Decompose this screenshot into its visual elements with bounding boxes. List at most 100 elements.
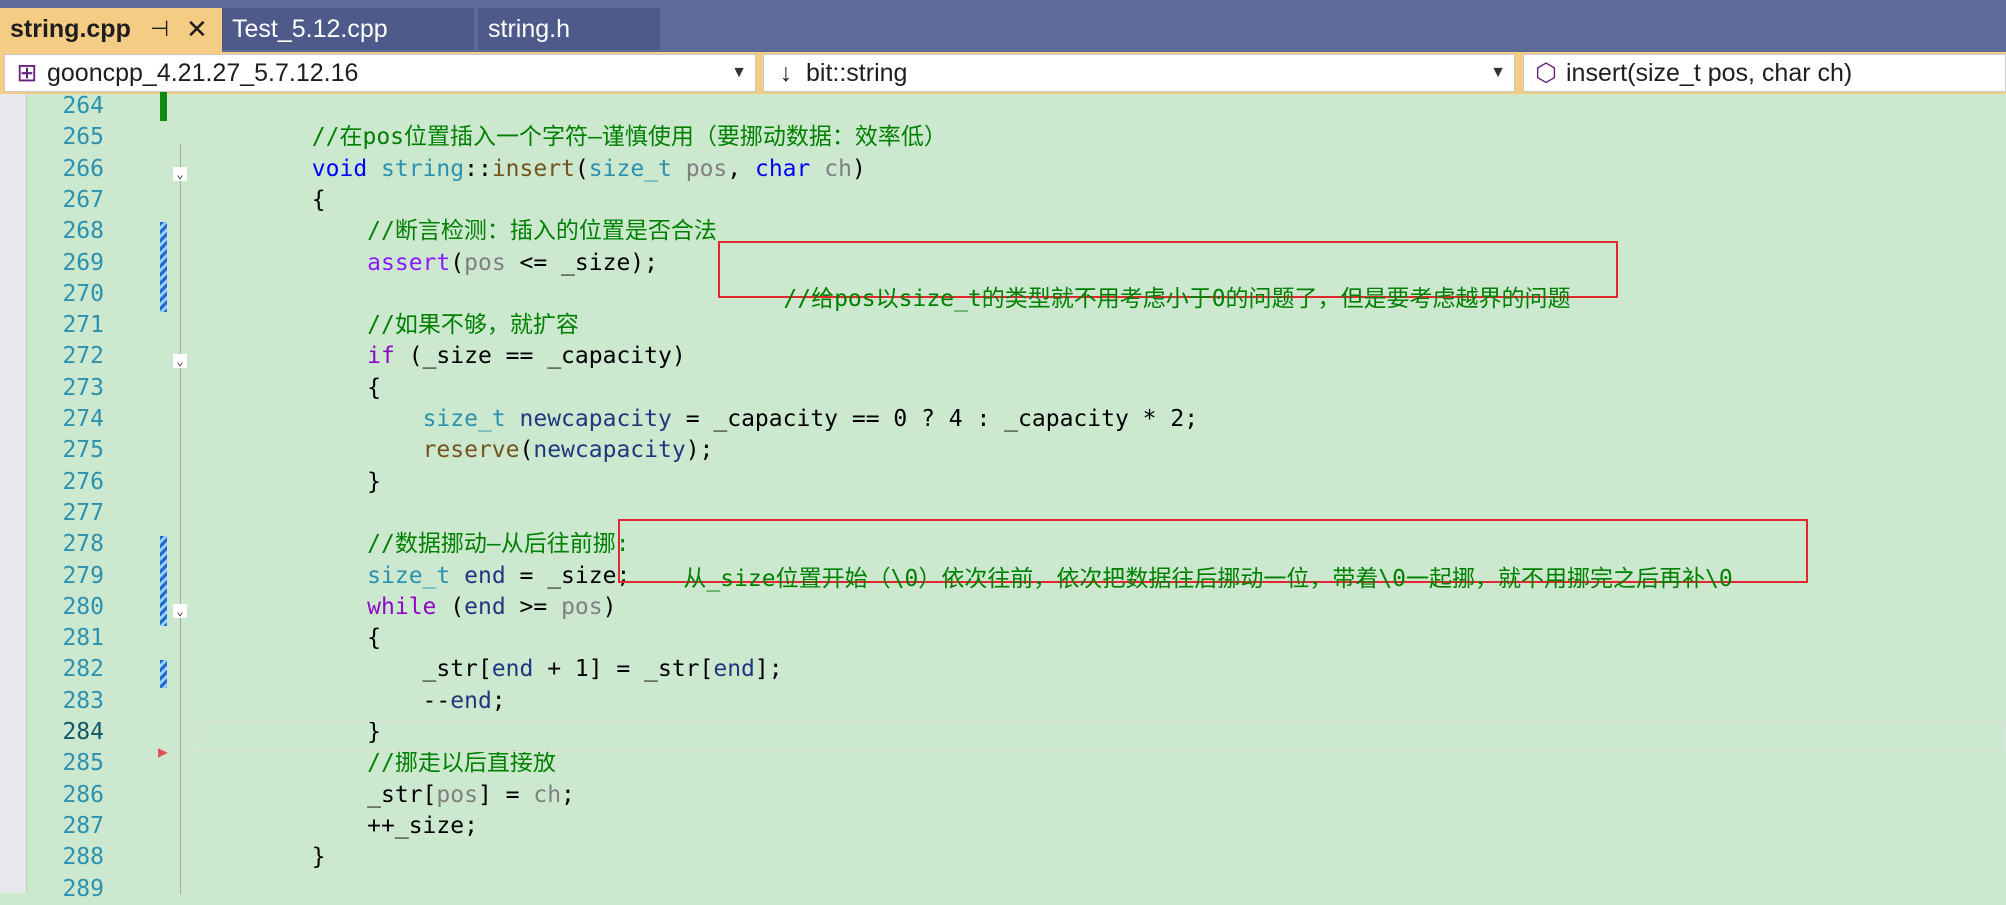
code-line[interactable]: { [201,185,326,216]
code-line[interactable]: assert(pos <= _size); [201,248,658,279]
code-line[interactable]: size_t newcapacity = _capacity == 0 ? 4 … [201,404,1198,435]
code-editor[interactable]: 264 265 266 267 268 269 270 271 272 273 274 275 276 2… [0,92,2006,902]
code-token: >= [505,593,562,620]
member-dropdown[interactable]: ⬡ insert(size_t pos, char ch) [1523,54,2006,92]
project-icon: ⊞ [16,59,38,87]
code-token: ch [824,155,852,182]
line-number: 280 [62,593,104,620]
current-line-highlight [196,721,2006,752]
close-icon[interactable]: ✕ [186,8,208,50]
code-token: end [713,656,755,683]
code-line[interactable]: //如果不够，就扩容 [201,310,579,341]
code-token: ( [574,155,589,182]
scope-name: bit::string [806,59,908,87]
code-line[interactable]: size_t end = _size; [201,561,630,592]
code-token: ) [602,593,617,620]
code-line[interactable]: --end; [201,686,506,717]
code-line[interactable]: //挪走以后直接放 [201,748,556,779]
code-line[interactable]: while (end >= pos) [201,592,616,623]
annotation-box: 从_size位置开始（\0）依次往前，依次把数据往后挪动一位，带着\0一起挪，就… [618,519,1808,592]
unsaved-change-marker [160,660,167,688]
code-line[interactable]: //断言检测：插入的位置是否合法 [201,216,717,247]
code-token: <= _size); [505,249,658,276]
collapse-icon[interactable]: ⌄ [173,167,187,181]
code-line[interactable]: if (_size == _capacity) [201,341,686,372]
code-token: string [381,155,465,182]
line-number: 274 [62,406,104,432]
line-number: 276 [62,468,104,495]
code-line[interactable]: reserve(newcapacity); [201,435,714,466]
line-number: 284 [62,719,104,745]
code-token: ++_size; [201,812,478,839]
code-line[interactable]: ++_size; [201,811,478,842]
tab-label: Test_5.12.cpp [232,15,388,43]
tab-string-cpp[interactable]: string.cpp ⊣ ✕ [0,8,222,52]
line-number: 287 [62,812,104,839]
scope-dropdown[interactable]: ↓ bit::string ▼ [763,54,1515,92]
code-token: -- [201,687,451,714]
line-number: 281 [62,625,104,652]
pin-icon[interactable]: ⊣ [150,8,169,50]
code-token: { [201,625,382,652]
code-line[interactable]: //在pos位置插入一个字符—谨慎使用（要挪动数据：效率低） [201,122,947,153]
code-token: size_t [422,406,506,432]
code-line[interactable]: } [201,842,326,873]
code-token: //数据挪动—从后往前挪: [367,531,630,558]
code-token: ch [533,781,562,808]
code-token: = _capacity == 0 ? 4 : _capacity * 2; [671,406,1199,432]
code-token: ; [491,687,506,714]
collapse-icon[interactable]: ⌄ [173,604,187,618]
line-number: 265 [62,124,104,151]
line-number: 285 [62,750,104,777]
line-number: 271 [62,312,104,339]
code-line[interactable]: void string::insert(size_t pos, char ch) [201,154,866,185]
unsaved-change-marker [160,536,167,626]
code-line[interactable]: { [201,373,381,404]
project-dropdown[interactable]: ⊞ gooncpp_4.21.27_5.7.12.16 ▼ [4,54,756,92]
scope-icon: ↓ [779,59,793,87]
code-token: pos [561,593,603,620]
code-token: //断言检测：插入的位置是否合法 [367,218,717,245]
tab-test-5-12-cpp[interactable]: Test_5.12.cpp [222,8,474,50]
line-number: 277 [62,499,104,526]
code-line[interactable]: _str[pos] = ch; [201,780,575,811]
code-token: //在pos位置插入一个字符—谨慎使用（要挪动数据：效率低） [311,124,947,151]
code-token: insert [491,155,575,182]
code-line[interactable]: _str[end + 1] = _str[end]; [201,654,783,685]
code-line[interactable]: } [201,467,381,498]
code-token: ]; [754,656,783,683]
code-line[interactable]: //数据挪动—从后往前挪: [201,529,630,560]
tab-label: string.cpp [10,15,131,43]
line-number: 283 [62,687,104,714]
code-token: ( [436,593,465,620]
code-token: , [727,155,755,182]
code-token: + 1] = _str[ [533,656,714,683]
code-token: size_t [588,155,672,182]
collapse-icon[interactable]: ⌄ [173,354,187,368]
line-number: 273 [62,374,104,401]
code-token: if [367,343,395,370]
code-token: } [201,468,382,495]
chevron-down-icon[interactable]: ▼ [1490,55,1506,91]
navigation-bar: ⊞ gooncpp_4.21.27_5.7.12.16 ▼ ↓ bit::str… [0,52,2006,94]
code-token: (_size == _capacity) [394,343,686,370]
code-line[interactable]: { [201,623,381,654]
tab-string-h[interactable]: string.h [478,8,660,50]
code-token: :: [464,155,492,182]
chevron-down-icon[interactable]: ▼ [731,55,747,91]
line-number: 288 [62,844,104,871]
code-token: _str[ [201,656,492,683]
code-token: } [201,844,326,871]
tab-strip: string.cpp ⊣ ✕ Test_5.12.cpp string.h [0,0,2006,52]
annotation-text: //给pos以size_t的类型就不用考虑小于0的问题了，但是要考虑越界的问题 [783,286,1571,312]
code-token: pos [436,781,478,808]
